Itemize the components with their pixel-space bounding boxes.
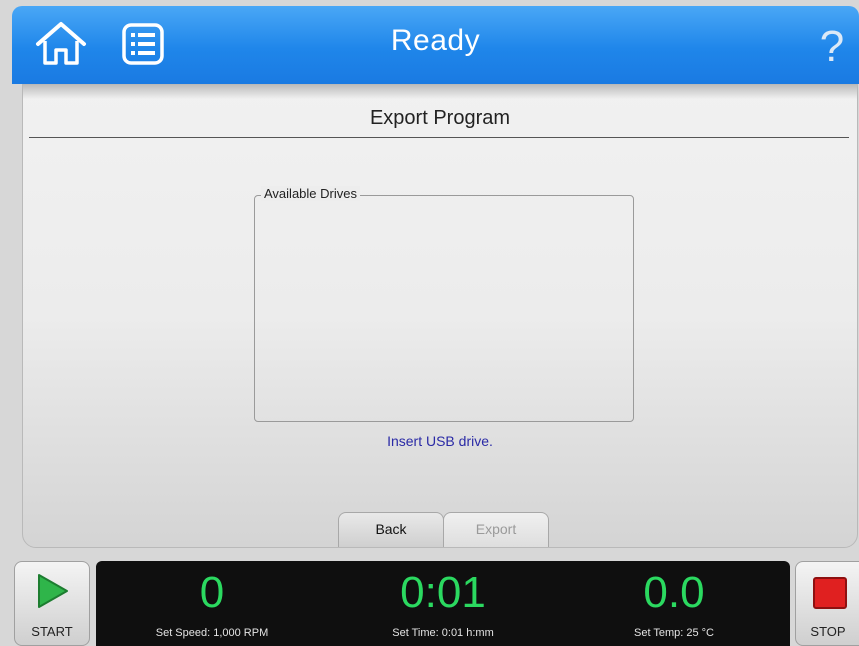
title-divider: [29, 137, 849, 138]
panel-shadow: [23, 85, 857, 99]
stop-button[interactable]: STOP: [795, 561, 859, 646]
available-drives-label: Available Drives: [261, 186, 360, 201]
page-title: Export Program: [369, 107, 511, 129]
help-icon[interactable]: ?: [817, 22, 847, 72]
insert-usb-message: Insert USB drive.: [387, 433, 493, 449]
set-time-label: Set Time: 0:01 h:mm: [392, 627, 494, 639]
temperature-value: 0.0: [643, 568, 705, 617]
available-drives-list[interactable]: Available Drives: [254, 186, 634, 422]
set-temp-label: Set Temp: 25 °C: [633, 627, 714, 639]
export-program-panel: Export Program Available Drives Insert U…: [22, 84, 858, 548]
play-icon: [38, 574, 68, 608]
status-title: Ready: [390, 24, 481, 57]
back-button[interactable]: Back: [338, 512, 444, 547]
stop-label: STOP: [810, 624, 846, 639]
export-button[interactable]: Export: [443, 512, 549, 547]
time-value: 0:01: [400, 568, 486, 617]
stop-icon: [813, 577, 847, 609]
run-readout-display: 0 Set Speed: 1,000 RPM 0:01 Set Time: 0:…: [96, 561, 790, 646]
start-label: START: [31, 624, 73, 639]
speed-value: 0: [199, 568, 225, 617]
top-header: Ready ?: [12, 6, 859, 84]
start-button[interactable]: START: [14, 561, 90, 646]
set-speed-label: Set Speed: 1,000 RPM: [155, 627, 269, 639]
